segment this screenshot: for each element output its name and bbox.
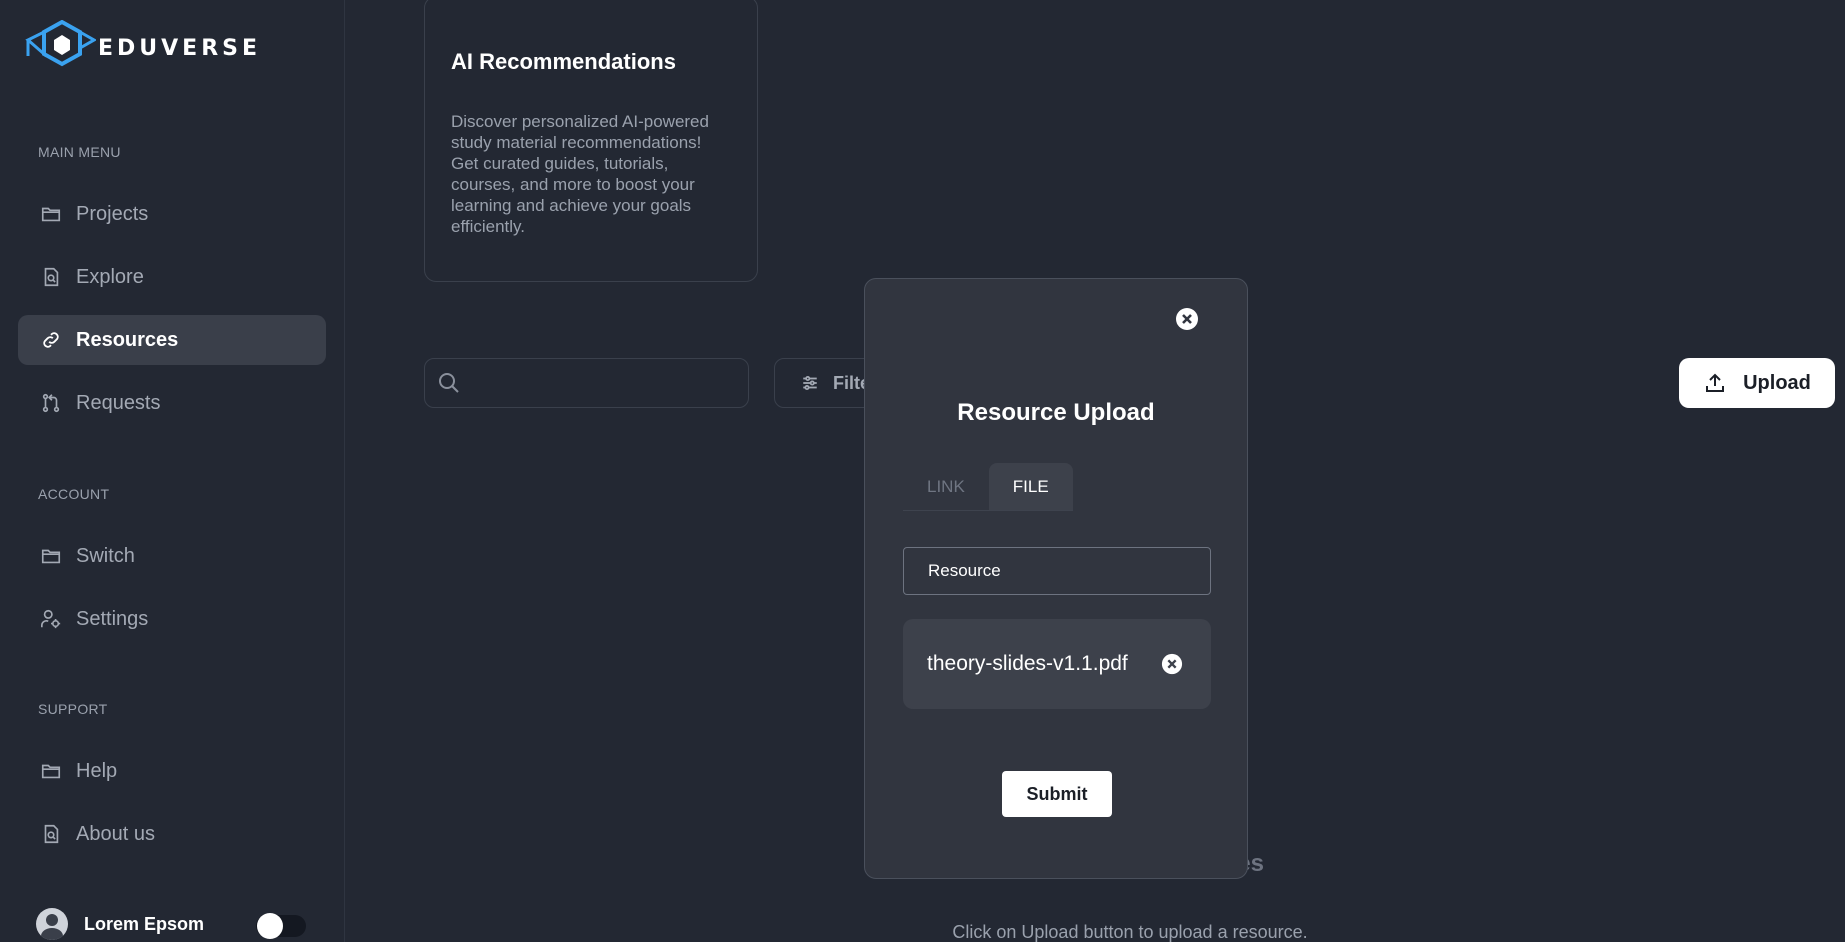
modal-title: Resource Upload [957, 399, 1155, 426]
file-name: theory-slides-v1.1.pdf [927, 652, 1128, 675]
sidebar-item-label: Explore [76, 265, 144, 288]
sidebar-item-help[interactable]: Help [18, 746, 326, 796]
upload-icon [1703, 371, 1727, 395]
file-search-icon [40, 266, 62, 288]
support-label: SUPPORT [38, 701, 108, 717]
remove-file-icon[interactable] [1161, 653, 1183, 675]
sidebar-item-resources[interactable]: Resources [18, 315, 326, 365]
sidebar: EDUVERSE MAIN MENU Projects Explore Reso… [0, 0, 345, 942]
search-icon [437, 371, 461, 395]
main-menu-label: MAIN MENU [38, 144, 121, 160]
sidebar-item-explore[interactable]: Explore [18, 252, 326, 302]
theme-toggle[interactable] [256, 913, 306, 939]
folder-icon [40, 545, 62, 567]
tab-file[interactable]: FILE [988, 463, 1073, 511]
user-profile[interactable]: Lorem Epsom [36, 908, 204, 940]
toggle-knob [257, 913, 283, 939]
sidebar-item-label: About us [76, 822, 155, 845]
upload-button[interactable]: Upload [1679, 358, 1835, 408]
sidebar-item-label: Resources [76, 328, 179, 351]
sidebar-item-requests[interactable]: Requests [18, 378, 326, 428]
close-icon[interactable] [1175, 307, 1199, 331]
search-input[interactable] [469, 359, 739, 407]
sidebar-item-label: Projects [76, 202, 149, 225]
brand-name: EDUVERSE [98, 35, 262, 61]
user-cog-icon [40, 608, 62, 630]
sidebar-item-label: Requests [76, 391, 161, 414]
user-name: Lorem Epsom [84, 913, 205, 934]
eduverse-logo-icon [25, 20, 96, 67]
tab-link[interactable]: LINK [903, 463, 989, 511]
ai-card-title: AI Recommendations [451, 49, 676, 74]
avatar [36, 908, 68, 940]
sliders-icon [801, 374, 819, 392]
link-icon [40, 329, 62, 351]
git-pull-request-icon [40, 392, 62, 414]
file-search-icon [40, 823, 62, 845]
sidebar-item-label: Switch [76, 544, 135, 567]
ai-card-description: Discover personalized AI-powered study m… [451, 112, 709, 236]
resource-name-field[interactable] [903, 547, 1211, 595]
sidebar-item-about-us[interactable]: About us [18, 809, 326, 859]
sidebar-item-label: Settings [76, 607, 149, 630]
folder-icon [40, 760, 62, 782]
folder-icon [40, 203, 62, 225]
submit-button[interactable]: Submit [1002, 771, 1112, 817]
search-box[interactable] [424, 358, 749, 408]
sidebar-item-switch[interactable]: Switch [18, 531, 326, 581]
logo[interactable]: EDUVERSE [24, 20, 261, 76]
empty-state-subtitle: Click on Upload button to upload a resou… [952, 922, 1308, 942]
sidebar-item-projects[interactable]: Projects [18, 189, 326, 239]
resource-upload-modal: Resource Upload LINK FILE theory-slides-… [864, 278, 1248, 879]
sidebar-item-label: Help [76, 759, 118, 782]
upload-label: Upload [1743, 371, 1811, 394]
account-label: ACCOUNT [38, 486, 110, 502]
upload-type-tabs: LINK FILE [903, 463, 1073, 511]
sidebar-item-settings[interactable]: Settings [18, 594, 326, 644]
selected-file-chip: theory-slides-v1.1.pdf [903, 619, 1211, 709]
ai-recommendations-card[interactable]: AI Recommendations Discover personalized… [424, 0, 758, 282]
